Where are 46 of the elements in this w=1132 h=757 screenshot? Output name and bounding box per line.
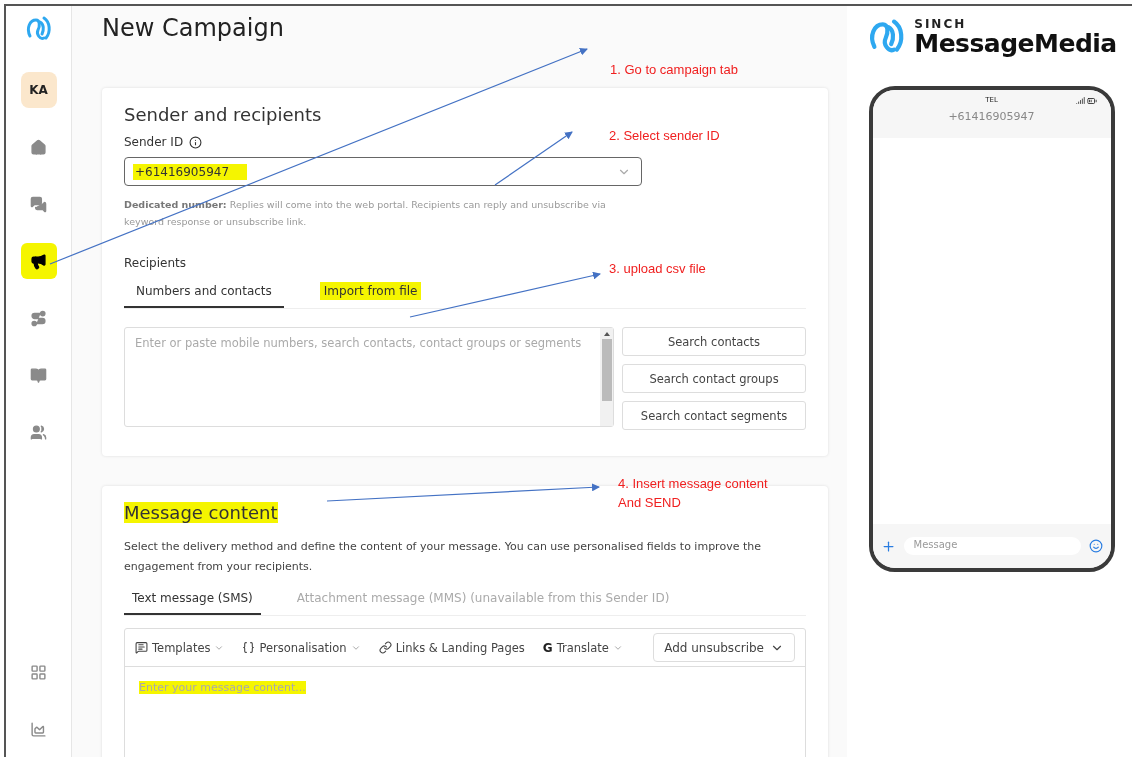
description: Select the delivery method and define the content of your message. You can use personalised fields to improve the engagement from your recipients. xyxy=(124,539,762,575)
translate-button[interactable]: G Translate xyxy=(542,640,623,655)
smile-icon[interactable] xyxy=(1088,539,1103,553)
info-icon[interactable] xyxy=(189,135,203,149)
plus-icon[interactable] xyxy=(880,538,896,554)
card-title: Sender and recipients xyxy=(124,104,322,125)
route-icon xyxy=(30,309,47,327)
home-icon xyxy=(30,138,47,156)
card-title: Message content xyxy=(124,502,278,523)
annotation-text: 3. upload csv file xyxy=(609,260,706,278)
search-button[interactable]: Search contacts xyxy=(622,327,806,356)
megaphone-icon xyxy=(30,252,47,270)
personalisation-button[interactable]: Personalisation xyxy=(242,640,361,655)
sidebar-item[interactable] xyxy=(20,243,57,279)
book-icon xyxy=(30,366,47,384)
annotation-text: 2. Select sender ID xyxy=(609,127,720,145)
grid-icon xyxy=(30,663,47,681)
message-placeholder: Enter your message content... xyxy=(139,681,306,694)
templates-button[interactable]: Templates xyxy=(135,640,225,655)
sender-select[interactable]: +61416905947 xyxy=(124,157,642,186)
brand-name: MessageMedia xyxy=(914,31,1117,57)
tab[interactable]: Numbers and contacts xyxy=(124,278,284,308)
user-avatar[interactable]: KA xyxy=(20,72,57,108)
add-unsubscribe-button[interactable]: Add unsubscribe xyxy=(653,633,795,662)
chart-icon xyxy=(30,720,47,738)
scroll-up-icon[interactable] xyxy=(603,331,610,337)
search-button[interactable]: Search contact segments xyxy=(622,401,806,430)
field-label: Recipients xyxy=(124,256,186,270)
phone-number: +61416905947 xyxy=(948,110,1035,123)
chat-bubbles-icon xyxy=(30,195,47,213)
field-label: Sender ID xyxy=(124,135,184,149)
signal-icon xyxy=(1075,96,1085,105)
people-icon xyxy=(30,423,47,441)
braces-icon xyxy=(242,641,256,654)
annotation-text: 4. Insert message content And SEND xyxy=(618,475,768,512)
page-title: New Campaign xyxy=(102,14,285,42)
message-editor[interactable]: Templates Personalisation Links & Landing Pages G Translate Add unsubscribe Enter your message content... xyxy=(124,628,806,757)
brand-tagline: SINCH xyxy=(914,17,968,31)
message-icon xyxy=(135,641,148,654)
tab[interactable]: Text message (SMS) xyxy=(124,585,261,615)
annotation-text: 1. Go to campaign tab xyxy=(610,61,738,79)
search-button[interactable]: Search contact groups xyxy=(622,364,806,393)
links-button[interactable]: Links & Landing Pages xyxy=(378,640,525,655)
battery-icon xyxy=(1086,96,1097,106)
scrollbar[interactable] xyxy=(600,328,613,426)
link-icon xyxy=(378,641,392,654)
